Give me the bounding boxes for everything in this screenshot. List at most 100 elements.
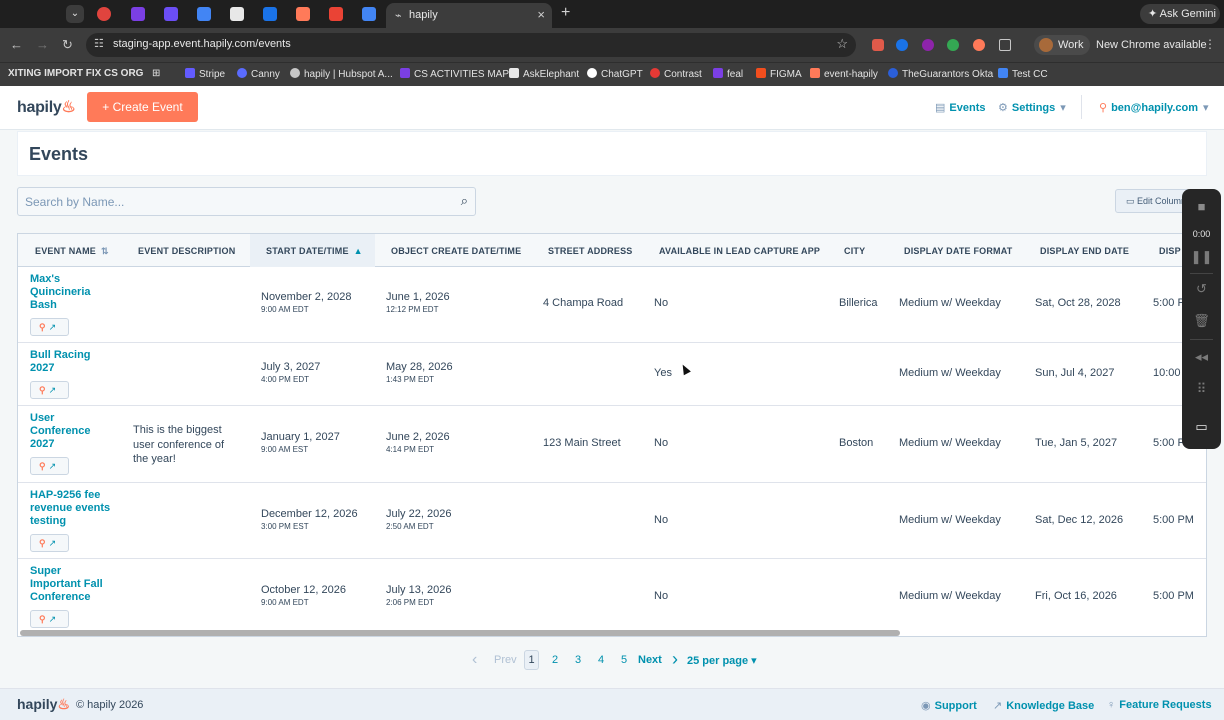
pinned-tab[interactable] bbox=[97, 7, 111, 21]
knowledge-base-link[interactable]: ↗ Knowledge Base bbox=[993, 699, 1094, 712]
pause-icon[interactable]: ❚❚ bbox=[1182, 249, 1221, 265]
ask-gemini-button[interactable]: ✦ Ask Gemini bbox=[1140, 4, 1220, 24]
column-header-description[interactable]: EVENT DESCRIPTION bbox=[138, 246, 235, 256]
drag-handle-icon[interactable]: ⠿ bbox=[1182, 381, 1221, 397]
external-link-icon[interactable]: ↗ bbox=[49, 614, 57, 624]
trash-icon[interactable]: 🗑 bbox=[1182, 313, 1221, 329]
column-header-create-date[interactable]: OBJECT CREATE DATE/TIME bbox=[391, 246, 521, 256]
hubspot-icon[interactable]: ⚲ bbox=[39, 538, 46, 548]
table-row[interactable]: Super Important Fall Conference ⚲ ↗ Octob… bbox=[18, 559, 1206, 631]
chrome-update-notice[interactable]: New Chrome available bbox=[1096, 39, 1207, 51]
feature-requests-link[interactable]: ♀ Feature Requests bbox=[1107, 699, 1212, 711]
row-actions[interactable]: ⚲ ↗ bbox=[30, 534, 69, 552]
support-link[interactable]: ◉ Support bbox=[921, 699, 977, 712]
nav-settings[interactable]: ⚙ Settings ▾ bbox=[998, 101, 1066, 114]
pinned-tab[interactable] bbox=[230, 7, 244, 21]
extensions-puzzle-icon[interactable] bbox=[999, 39, 1011, 51]
close-icon[interactable]: × bbox=[537, 7, 545, 22]
apps-grid-icon[interactable]: ⊞ bbox=[152, 68, 160, 79]
extension-icon[interactable] bbox=[947, 39, 959, 51]
search-icon[interactable]: ⌕ bbox=[461, 193, 468, 209]
hubspot-icon[interactable]: ⚲ bbox=[39, 614, 46, 624]
column-header-street[interactable]: STREET ADDRESS bbox=[548, 246, 632, 256]
event-name-link[interactable]: Super Important Fall Conference bbox=[30, 565, 112, 604]
column-header-event-name[interactable]: EVENT NAME ⇅ bbox=[35, 246, 109, 257]
hubspot-icon[interactable]: ⚲ bbox=[39, 322, 46, 332]
column-header-city[interactable]: CITY bbox=[844, 246, 865, 256]
event-name-link[interactable]: User Conference 2027 bbox=[30, 412, 112, 451]
hubspot-icon[interactable]: ⚲ bbox=[39, 461, 46, 471]
column-header-date-format[interactable]: DISPLAY DATE FORMAT bbox=[904, 246, 1012, 256]
pinned-tab[interactable] bbox=[197, 7, 211, 21]
forward-icon[interactable]: → bbox=[36, 37, 49, 52]
bookmark-item[interactable]: Contrast bbox=[650, 68, 702, 80]
camera-icon[interactable]: ▭ bbox=[1182, 419, 1221, 435]
bookmark-item[interactable]: XITING IMPORT FIX bbox=[8, 68, 101, 79]
pagination-page-current[interactable]: 1 bbox=[524, 650, 539, 670]
table-row[interactable]: Bull Racing 2027 ⚲ ↗ July 3, 2027 4:00 PM … bbox=[18, 343, 1206, 406]
chevron-right-icon[interactable]: › bbox=[672, 649, 678, 670]
pagination-page[interactable]: 2 bbox=[552, 654, 558, 666]
row-actions[interactable]: ⚲ ↗ bbox=[30, 381, 69, 399]
new-tab-icon[interactable]: + bbox=[561, 4, 570, 22]
bookmark-item[interactable]: FIGMA bbox=[756, 68, 802, 80]
pinned-tab[interactable] bbox=[362, 7, 376, 21]
hapily-logo[interactable]: hapily♨ bbox=[17, 97, 76, 117]
edit-columns-button[interactable]: ▭ Edit Columns bbox=[1115, 189, 1190, 213]
restart-icon[interactable]: ↺ bbox=[1182, 281, 1221, 297]
extension-icon[interactable] bbox=[922, 39, 934, 51]
external-link-icon[interactable]: ↗ bbox=[49, 538, 57, 548]
collapse-icon[interactable]: ◂◂ bbox=[1182, 349, 1221, 365]
extension-icon[interactable] bbox=[896, 39, 908, 51]
bookmark-item[interactable]: feal bbox=[713, 68, 743, 80]
bookmark-item[interactable]: TheGuarantors Okta bbox=[888, 68, 993, 80]
nav-events[interactable]: ▤ Events bbox=[935, 101, 985, 114]
event-name-link[interactable]: HAP-9256 fee revenue events testing bbox=[30, 489, 120, 528]
create-event-button[interactable]: + Create Event bbox=[87, 92, 198, 122]
bookmark-item[interactable]: Canny bbox=[237, 68, 280, 80]
row-actions[interactable]: ⚲ ↗ bbox=[30, 457, 69, 475]
per-page-dropdown[interactable]: 25 per page ▾ bbox=[687, 654, 757, 667]
external-link-icon[interactable]: ↗ bbox=[49, 385, 57, 395]
row-actions[interactable]: ⚲ ↗ bbox=[30, 318, 69, 336]
reload-icon[interactable]: ↻ bbox=[62, 37, 73, 53]
column-header-end-date[interactable]: DISPLAY END DATE bbox=[1040, 246, 1129, 256]
table-row[interactable]: HAP-9256 fee revenue events testing ⚲ ↗ D… bbox=[18, 483, 1206, 559]
event-name-link[interactable]: Max's Quincineria Bash bbox=[30, 273, 112, 312]
table-row[interactable]: Max's Quincineria Bash ⚲ ↗ November 2, 20… bbox=[18, 267, 1206, 343]
event-name-link[interactable]: Bull Racing 2027 bbox=[30, 349, 112, 375]
column-header-display[interactable]: DISP bbox=[1159, 246, 1181, 256]
bookmark-item[interactable]: Stripe bbox=[185, 68, 225, 80]
pagination-page[interactable]: 5 bbox=[621, 654, 627, 666]
pinned-tab[interactable] bbox=[164, 7, 178, 21]
column-header-lead-capture[interactable]: AVAILABLE IN LEAD CAPTURE APP bbox=[659, 246, 820, 256]
bookmark-item[interactable]: ChatGPT bbox=[587, 68, 643, 80]
bookmark-item[interactable]: CS ORG bbox=[104, 68, 143, 79]
hubspot-icon[interactable]: ⚲ bbox=[39, 385, 46, 395]
user-menu[interactable]: ⚲ ben@hapily.com ▾ bbox=[1099, 101, 1209, 114]
pinned-tab[interactable] bbox=[329, 7, 343, 21]
pagination-page[interactable]: 4 bbox=[598, 654, 604, 666]
external-link-icon[interactable]: ↗ bbox=[49, 461, 57, 471]
pagination-page[interactable]: 3 bbox=[575, 654, 581, 666]
back-icon[interactable]: ← bbox=[10, 37, 23, 52]
search-input[interactable]: Search by Name... ⌕ bbox=[17, 187, 476, 216]
bookmark-item[interactable]: hapily | Hubspot A... bbox=[290, 68, 393, 80]
stop-icon[interactable]: ■ bbox=[1182, 199, 1221, 214]
external-link-icon[interactable]: ↗ bbox=[49, 322, 57, 332]
bookmark-item[interactable]: AskElephant bbox=[509, 68, 579, 80]
pinned-tab[interactable] bbox=[296, 7, 310, 21]
table-row[interactable]: User Conference 2027 ⚲ ↗ This is the bigg… bbox=[18, 406, 1206, 483]
tab-hapily[interactable]: ⌁ hapily × bbox=[386, 3, 552, 28]
bookmark-item[interactable]: Test CC bbox=[998, 68, 1048, 80]
pagination-next[interactable]: Next bbox=[638, 654, 662, 666]
bookmark-item[interactable]: CS ACTIVITIES MAP bbox=[400, 68, 509, 80]
pinned-tab[interactable] bbox=[131, 7, 145, 21]
row-actions[interactable]: ⚲ ↗ bbox=[30, 610, 69, 628]
extension-icon[interactable] bbox=[872, 39, 884, 51]
pinned-tab[interactable] bbox=[263, 7, 277, 21]
column-header-start-date[interactable]: START DATE/TIME ▲ bbox=[266, 246, 363, 256]
more-menu-icon[interactable]: ⋮ bbox=[1204, 37, 1216, 51]
horizontal-scrollbar[interactable] bbox=[20, 630, 900, 636]
bookmark-item[interactable]: event-hapily bbox=[810, 68, 878, 80]
